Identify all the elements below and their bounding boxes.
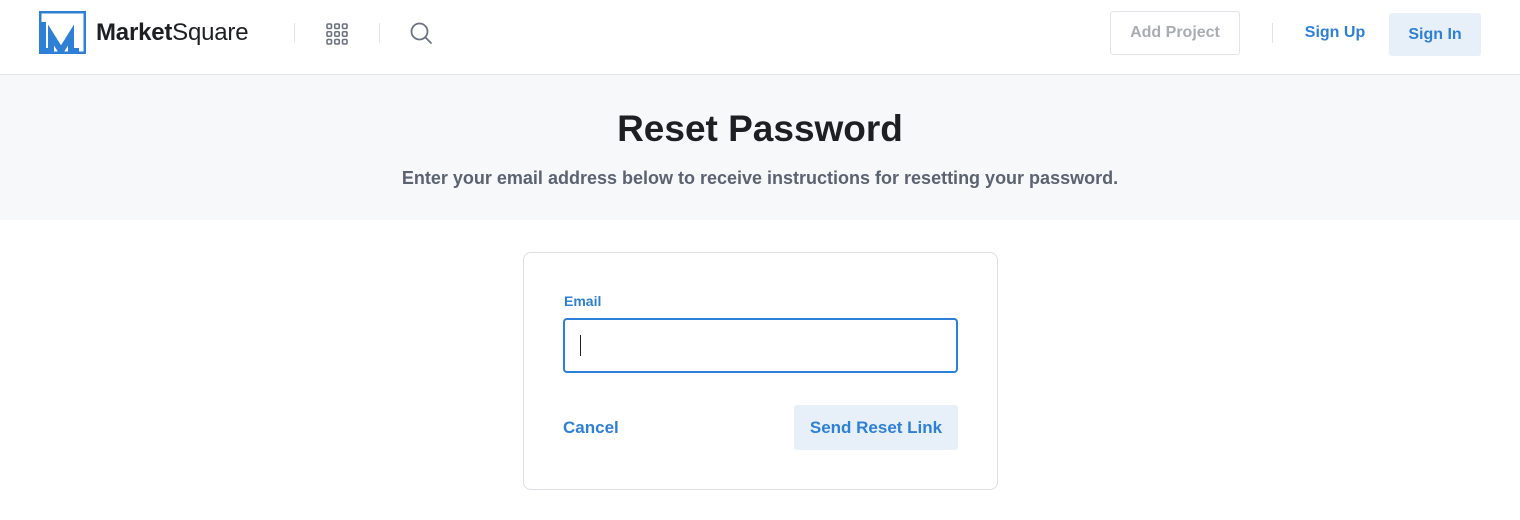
top-navbar: MarketSquare Add Project Sign Up Sign In	[0, 0, 1520, 75]
brand-name-light: Square	[172, 19, 249, 46]
search-icon[interactable]	[409, 21, 433, 45]
page-subtitle: Enter your email address below to receiv…	[401, 168, 1119, 188]
brand-name-bold: Market	[96, 19, 173, 46]
sign-up-link[interactable]: Sign Up	[1292, 11, 1378, 55]
sign-in-button[interactable]: Sign In	[1389, 13, 1481, 56]
text-caret	[580, 335, 581, 356]
brand-name[interactable]: MarketSquare	[96, 19, 249, 47]
nav-divider	[1272, 23, 1273, 43]
send-reset-link-button[interactable]: Send Reset Link	[794, 405, 958, 450]
email-label: Email	[564, 293, 602, 309]
nav-divider	[294, 23, 295, 43]
page-title: Reset Password	[617, 108, 903, 149]
email-field[interactable]	[563, 318, 958, 373]
cancel-link[interactable]: Cancel	[563, 416, 619, 440]
nav-divider	[379, 23, 380, 43]
add-project-button[interactable]: Add Project	[1110, 11, 1240, 55]
apps-grid-icon[interactable]	[326, 23, 348, 45]
marketsquare-logo-icon[interactable]	[39, 11, 86, 54]
